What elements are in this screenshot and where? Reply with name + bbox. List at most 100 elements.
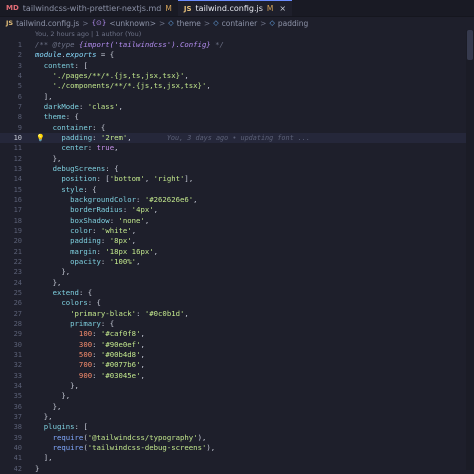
code-text: padding: '2rem', You, 3 days ago • updat… — [35, 133, 310, 143]
code-line[interactable]: 13 debugScreens: { — [0, 164, 474, 174]
code-line[interactable]: 6 ], — [0, 92, 474, 102]
code-line[interactable]: 16 backgroundColor: '#262626e6', — [0, 195, 474, 205]
code-token: 'none' — [118, 215, 145, 225]
line-number: 17 — [13, 206, 22, 215]
code-token: debugScreens — [35, 163, 106, 173]
code-token: }, — [35, 391, 71, 401]
code-token: }, — [35, 411, 53, 421]
code-line[interactable]: 8 theme: { — [0, 112, 474, 122]
code-token: '#0c0b1d' — [144, 308, 185, 318]
modified-indicator: M — [165, 3, 172, 13]
code-token: }, — [35, 267, 71, 277]
code-text: ], — [35, 92, 53, 102]
code-line[interactable]: 35 }, — [0, 391, 474, 401]
vertical-scrollbar[interactable] — [466, 30, 474, 470]
code-token: color — [35, 225, 93, 235]
code-text: content: [ — [35, 61, 88, 71]
code-line[interactable]: 18 boxShadow: 'none', — [0, 216, 474, 226]
code-text: require('tailwindcss-debug-screens'), — [35, 442, 216, 453]
line-number: 28 — [13, 319, 22, 328]
code-line[interactable]: 37 }, — [0, 412, 474, 422]
code-token: '#caf0f8' — [100, 329, 141, 339]
breadcrumb-unknown[interactable]: <unknown> — [109, 19, 156, 28]
code-line[interactable]: 27 'primary-black': '#0c0b1d', — [0, 309, 474, 319]
code-text: boxShadow: 'none', — [35, 216, 149, 226]
code-line[interactable]: 23 }, — [0, 267, 474, 277]
code-line[interactable]: 25 extend: { — [0, 288, 474, 298]
code-line[interactable]: 41 ], — [0, 453, 474, 463]
line-number: 9 — [17, 123, 22, 132]
line-number: 37 — [13, 412, 22, 421]
code-token: : — [92, 329, 101, 339]
breadcrumb-file[interactable]: tailwind.config.js — [16, 19, 79, 28]
line-number: 10 — [13, 133, 22, 142]
code-line[interactable]: 29 100: '#caf0f8', — [0, 329, 474, 339]
code-token: , — [153, 205, 159, 215]
code-text: module.exports = { — [35, 50, 114, 60]
code-line[interactable]: 11 center: true, — [0, 143, 474, 153]
code-token: ], — [35, 91, 53, 101]
code-line[interactable]: 2 module.exports = { — [0, 50, 474, 60]
code-token: } — [35, 463, 40, 473]
tab-tailwind-config-js[interactable]: JS tailwind.config.js M × — [177, 0, 293, 16]
code-line[interactable]: 9 container: { — [0, 123, 474, 133]
codelens-blame[interactable]: You, 2 hours ago | 1 author (You) — [35, 30, 141, 40]
code-line[interactable]: 32 700: '#0077b6', — [0, 360, 474, 370]
code-line[interactable]: 21 margin: '18px 16px', — [0, 247, 474, 257]
code-line[interactable]: 4 './pages/**/*.{js,ts,jsx,tsx}', — [0, 71, 474, 81]
tab-tailwindcss-with-prettier-nextjs-md[interactable]: MD tailwindcss-with-prettier-nextjs.md M — [0, 0, 178, 16]
code-line[interactable]: 12 }, — [0, 154, 474, 164]
code-line[interactable]: 20 padding: '8px', — [0, 236, 474, 246]
code-line[interactable]: 30 300: '#90e0ef', — [0, 340, 474, 350]
breadcrumb-theme[interactable]: theme — [177, 19, 201, 28]
code-text: }, — [35, 412, 53, 422]
close-icon[interactable]: × — [279, 4, 286, 13]
markdown-file-icon: MD — [6, 4, 19, 12]
code-line[interactable]: 17 borderRadius: '4px', — [0, 205, 474, 215]
code-line[interactable]: 34 }, — [0, 381, 474, 391]
code-token: borderRadius — [35, 205, 123, 215]
code-line[interactable]: 39 require('@tailwindcss/typography'), — [0, 433, 474, 443]
code-token: './pages/**/*.{js,ts,jsx,tsx}' — [52, 70, 185, 80]
code-text: plugins: [ — [35, 422, 88, 432]
code-line[interactable]: 15 style: { — [0, 185, 474, 195]
code-line[interactable]: 14 position: ['bottom', 'right'], — [0, 174, 474, 184]
code-line[interactable]: 40 require('tailwindcss-debug-screens'), — [0, 443, 474, 453]
code-line[interactable]: 19 color: 'white', — [0, 226, 474, 236]
code-line[interactable]: 7 darkMode: 'class', — [0, 102, 474, 112]
code-text: }, — [35, 278, 62, 288]
code-line[interactable]: 26 colors: { — [0, 298, 474, 308]
code-token: require — [52, 442, 84, 452]
code-token: '#262626e6' — [144, 194, 194, 204]
code-line[interactable]: 5 './components/**/*.{js,ts,jsx,tsx}', — [0, 81, 474, 91]
code-token: = { — [96, 50, 115, 60]
code-token: */ — [210, 40, 224, 49]
code-line[interactable]: 1 /** @type {import('tailwindcss').Config… — [0, 40, 474, 50]
code-token: , — [140, 339, 145, 349]
code-line[interactable]: 36 }, — [0, 402, 474, 412]
code-line[interactable]: 31 500: '#00b4d8', — [0, 350, 474, 360]
code-line[interactable]: 28 primary: { — [0, 319, 474, 329]
line-number: 16 — [13, 195, 22, 204]
line-number: 1 — [17, 41, 22, 49]
inline-blame: You, 3 days ago • updating font ... — [166, 133, 311, 142]
code-token: 'primary-black' — [70, 308, 137, 318]
code-line[interactable]: 3 content: [ — [0, 61, 474, 71]
code-line[interactable]: 42} — [0, 464, 474, 474]
code-editor[interactable]: You, 2 hours ago | 1 author (You) 1 /** @… — [0, 30, 474, 473]
code-line[interactable]: 24 }, — [0, 278, 474, 288]
scrollbar-thumb[interactable] — [467, 30, 473, 60]
code-token: : — [136, 194, 145, 204]
code-line[interactable]: 38 plugins: [ — [0, 422, 474, 432]
code-token: , — [144, 174, 154, 184]
javascript-file-icon: JS — [6, 19, 14, 27]
code-token: , — [140, 349, 145, 359]
code-line[interactable]: 22 opacity: '100%', — [0, 257, 474, 267]
breadcrumb-padding[interactable]: padding — [278, 19, 308, 28]
code-token: primary — [35, 318, 101, 328]
code-token: exports — [65, 50, 97, 60]
breadcrumb-container[interactable]: container — [222, 19, 258, 28]
code-line[interactable]: 10 💡 padding: '2rem', You, 3 days ago • u… — [0, 132, 474, 144]
code-line[interactable]: 33 900: '#03045e', — [0, 371, 474, 381]
